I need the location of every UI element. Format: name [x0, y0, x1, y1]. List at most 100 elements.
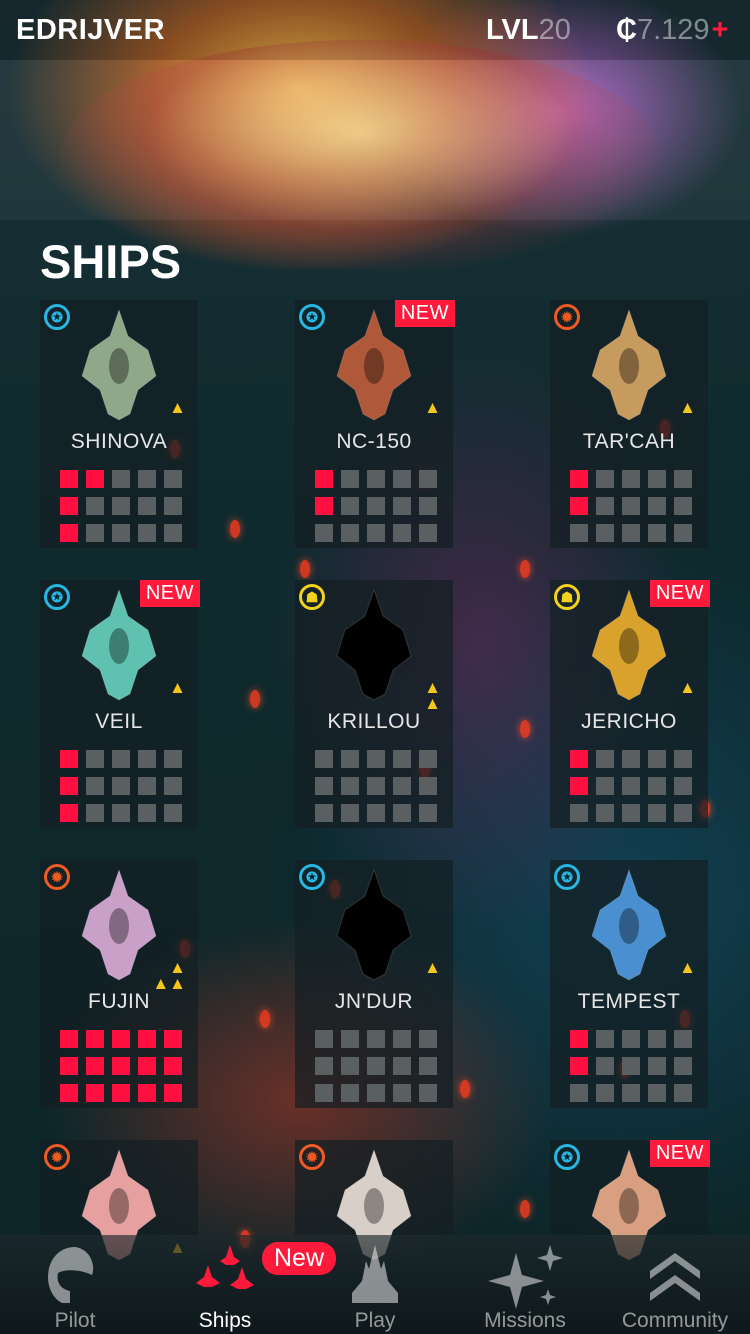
chevrons-up-icon	[650, 1253, 700, 1301]
ship-card[interactable]: ✹	[295, 1140, 453, 1261]
upgrade-cell	[596, 777, 614, 795]
upgrade-cell	[164, 470, 182, 488]
rank-chevron-icon: ▲ ▲	[424, 678, 441, 713]
enemy-projectile	[520, 560, 530, 578]
upgrade-cell	[622, 470, 640, 488]
player-name[interactable]: EDRIJVER	[16, 14, 165, 47]
yellow-class-icon: ☗	[299, 584, 325, 610]
upgrade-cell	[622, 497, 640, 515]
upgrade-cell	[674, 1057, 692, 1075]
upgrade-cell	[393, 497, 411, 515]
upgrade-cell	[570, 497, 588, 515]
rank-chevron-icon: ▲ ▲▲	[152, 958, 186, 993]
upgrade-cell	[648, 1057, 666, 1075]
page-title: SHIPS	[40, 235, 182, 288]
ship-card[interactable]: ✪ ▲ TEMPEST	[550, 860, 708, 1108]
upgrade-grid	[570, 1030, 695, 1102]
upgrade-grid	[60, 750, 185, 822]
yellow-class-icon: ☗	[554, 584, 580, 610]
upgrade-cell	[648, 1084, 666, 1102]
ship-image	[336, 868, 412, 981]
upgrade-cell	[367, 1030, 385, 1048]
upgrade-cell	[419, 1084, 437, 1102]
upgrade-cell	[596, 1030, 614, 1048]
upgrade-cell	[596, 804, 614, 822]
enemy-projectile	[520, 1200, 530, 1218]
upgrade-cell	[86, 470, 104, 488]
upgrade-cell	[112, 497, 130, 515]
ship-name: FUJIN	[88, 990, 150, 1013]
rocket-icon	[352, 1245, 398, 1303]
upgrade-cell	[341, 777, 359, 795]
upgrade-cell	[648, 750, 666, 768]
upgrade-cell	[596, 750, 614, 768]
upgrade-cell	[570, 1084, 588, 1102]
upgrade-cell	[622, 524, 640, 542]
ship-card[interactable]: ✪ NEW ▲ VEIL	[40, 580, 200, 828]
upgrade-cell	[138, 777, 156, 795]
ship-card[interactable]: ✪ NEW ▲ NC-150	[295, 300, 455, 548]
rank-chevron-icon: ▲	[679, 678, 696, 697]
upgrade-cell	[674, 497, 692, 515]
nav-play-label: Play	[354, 1309, 396, 1332]
credits-display: ₵7.129+	[616, 14, 728, 47]
upgrade-cell	[674, 750, 692, 768]
nav-missions[interactable]: Missions	[450, 1235, 600, 1334]
upgrade-cell	[367, 804, 385, 822]
rank-chevron-icon: ▲	[424, 398, 441, 417]
upgrade-cell	[164, 777, 182, 795]
rank-chevron-icon: ▲	[169, 678, 186, 697]
ship-card[interactable]: ☗ NEW ▲ JERICHO	[550, 580, 710, 828]
upgrade-cell	[648, 777, 666, 795]
upgrade-cell	[674, 1084, 692, 1102]
upgrade-cell	[622, 750, 640, 768]
upgrade-cell	[648, 1030, 666, 1048]
add-credits-button[interactable]: +	[712, 14, 729, 46]
enemy-projectile	[250, 690, 260, 708]
upgrade-cell	[674, 804, 692, 822]
nav-missions-label: Missions	[484, 1309, 566, 1332]
ship-card[interactable]: ✹▲	[40, 1140, 198, 1261]
ship-card[interactable]: ✹ ▲ ▲▲ FUJIN	[40, 860, 198, 1108]
nav-community[interactable]: Community	[600, 1235, 750, 1334]
upgrade-cell	[86, 750, 104, 768]
upgrade-cell	[315, 497, 333, 515]
upgrade-cell	[341, 524, 359, 542]
upgrade-cell	[341, 470, 359, 488]
ship-card[interactable]: ✪ NEW	[550, 1140, 710, 1261]
upgrade-cell	[393, 804, 411, 822]
upgrade-cell	[570, 1030, 588, 1048]
rank-chevron-icon: ▲	[424, 958, 441, 977]
rank-chevron-icon: ▲	[679, 958, 696, 977]
upgrade-grid	[60, 1030, 185, 1102]
upgrade-cell	[648, 470, 666, 488]
ship-card[interactable]: ✪ ▲ SHINOVA	[40, 300, 198, 548]
upgrade-cell	[315, 1084, 333, 1102]
upgrade-cell	[138, 1084, 156, 1102]
ship-name: KRILLOU	[327, 710, 421, 733]
blue-class-icon: ✪	[299, 304, 325, 330]
upgrade-cell	[419, 1057, 437, 1075]
upgrade-cell	[164, 1057, 182, 1075]
upgrade-cell	[164, 497, 182, 515]
upgrade-cell	[164, 1084, 182, 1102]
ships-new-badge: New	[262, 1242, 337, 1275]
blue-class-icon: ✪	[554, 864, 580, 890]
credits-symbol: ₵	[616, 14, 637, 46]
upgrade-cell	[419, 777, 437, 795]
ship-name: SHINOVA	[70, 430, 168, 453]
upgrade-cell	[393, 524, 411, 542]
upgrade-cell	[112, 1057, 130, 1075]
upgrade-cell	[138, 524, 156, 542]
upgrade-cell	[367, 524, 385, 542]
nav-pilot[interactable]: Pilot	[0, 1235, 150, 1334]
ship-card[interactable]: ✪ ▲ JN'DUR	[295, 860, 453, 1108]
upgrade-grid	[570, 470, 695, 542]
upgrade-cell	[341, 804, 359, 822]
ship-card[interactable]: ☗ ▲ ▲ KRILLOU	[295, 580, 453, 828]
blue-class-icon: ✪	[44, 584, 70, 610]
upgrade-cell	[86, 524, 104, 542]
top-bar: EDRIJVER LVL20 ₵7.129+	[0, 0, 750, 60]
ship-card[interactable]: ✹ ▲ TAR'CAH	[550, 300, 708, 548]
upgrade-cell	[112, 777, 130, 795]
